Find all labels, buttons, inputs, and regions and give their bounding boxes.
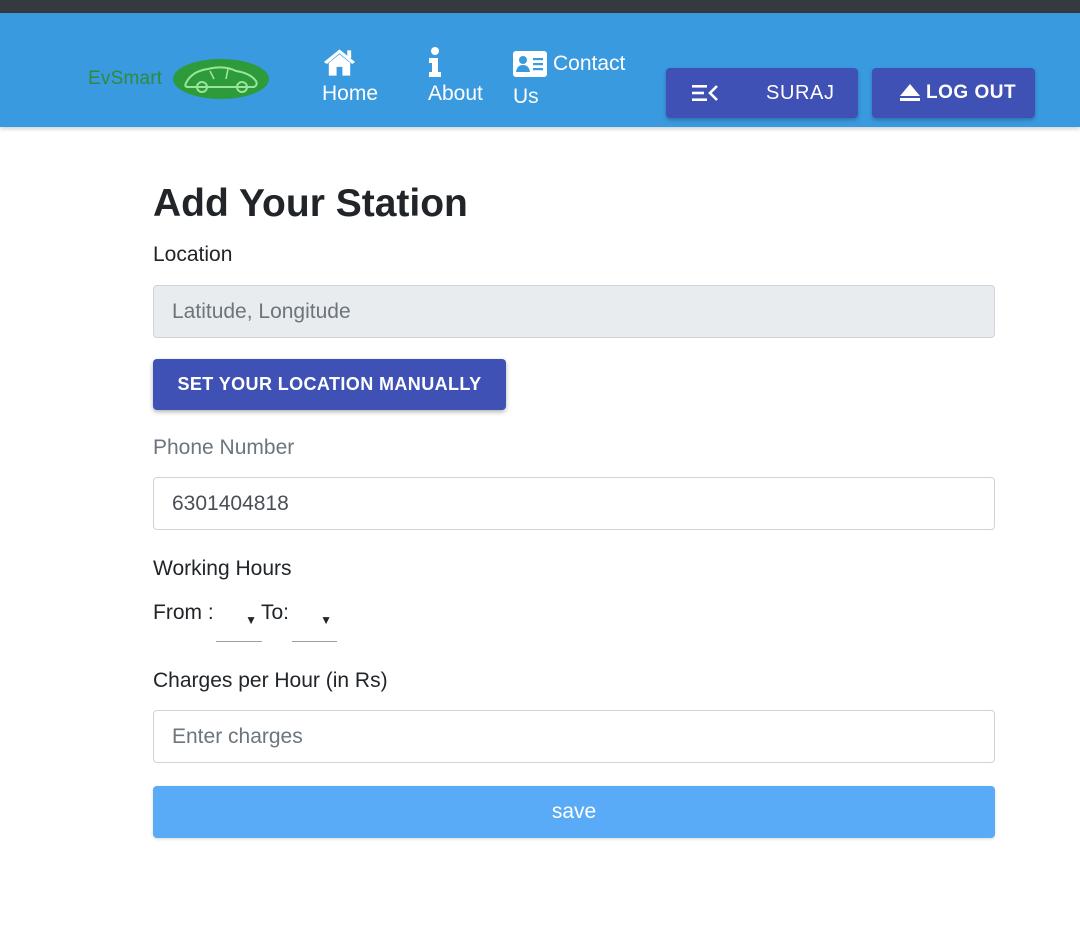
nav-contact[interactable]: Contact Us bbox=[513, 47, 643, 113]
car-logo-icon bbox=[173, 59, 270, 99]
chevron-down-icon: ▼ bbox=[245, 613, 257, 627]
logout-label: LOG OUT bbox=[926, 82, 1017, 103]
save-button[interactable]: save bbox=[153, 786, 995, 838]
from-label: From : bbox=[153, 601, 214, 624]
nav-home[interactable]: Home bbox=[322, 47, 378, 110]
nav-contact-label-2: Us bbox=[513, 85, 539, 108]
nav-contact-label: Contact bbox=[553, 52, 626, 75]
chevron-down-icon: ▼ bbox=[320, 613, 332, 627]
location-input[interactable] bbox=[153, 285, 995, 338]
user-name: SURAJ bbox=[766, 81, 835, 104]
charges-input[interactable] bbox=[153, 710, 995, 763]
contact-card-icon bbox=[513, 50, 547, 77]
set-location-manually-button[interactable]: SET YOUR LOCATION MANUALLY bbox=[153, 359, 506, 410]
from-hour-select[interactable]: ▼ bbox=[216, 601, 262, 642]
logout-button[interactable]: LOG OUT bbox=[872, 68, 1035, 118]
top-navbar: EvSmart Home About Contact Us SURAJ LOG … bbox=[0, 13, 1080, 127]
working-hours-label: Working Hours bbox=[153, 557, 292, 580]
home-icon bbox=[323, 49, 356, 76]
phone-input[interactable] bbox=[153, 477, 995, 530]
page-title: Add Your Station bbox=[153, 182, 468, 225]
eject-icon bbox=[900, 84, 920, 101]
to-hour-select[interactable]: ▼ bbox=[292, 601, 337, 642]
nav-home-label: Home bbox=[322, 82, 379, 105]
brand-link[interactable]: EvSmart bbox=[88, 57, 270, 101]
to-label: To: bbox=[261, 601, 290, 624]
location-label: Location bbox=[153, 243, 233, 266]
nav-about-label: About bbox=[428, 82, 483, 105]
working-hours-row: From : ▼ To: ▼ bbox=[153, 601, 453, 643]
info-icon bbox=[429, 47, 441, 77]
charges-label: Charges per Hour (in Rs) bbox=[153, 669, 388, 692]
brand-name: EvSmart bbox=[88, 68, 163, 89]
menu-collapse-icon bbox=[692, 85, 718, 101]
phone-label: Phone Number bbox=[153, 436, 295, 459]
user-menu-button[interactable]: SURAJ bbox=[666, 68, 858, 118]
nav-about[interactable]: About bbox=[428, 47, 483, 110]
browser-top-strip bbox=[0, 0, 1080, 13]
